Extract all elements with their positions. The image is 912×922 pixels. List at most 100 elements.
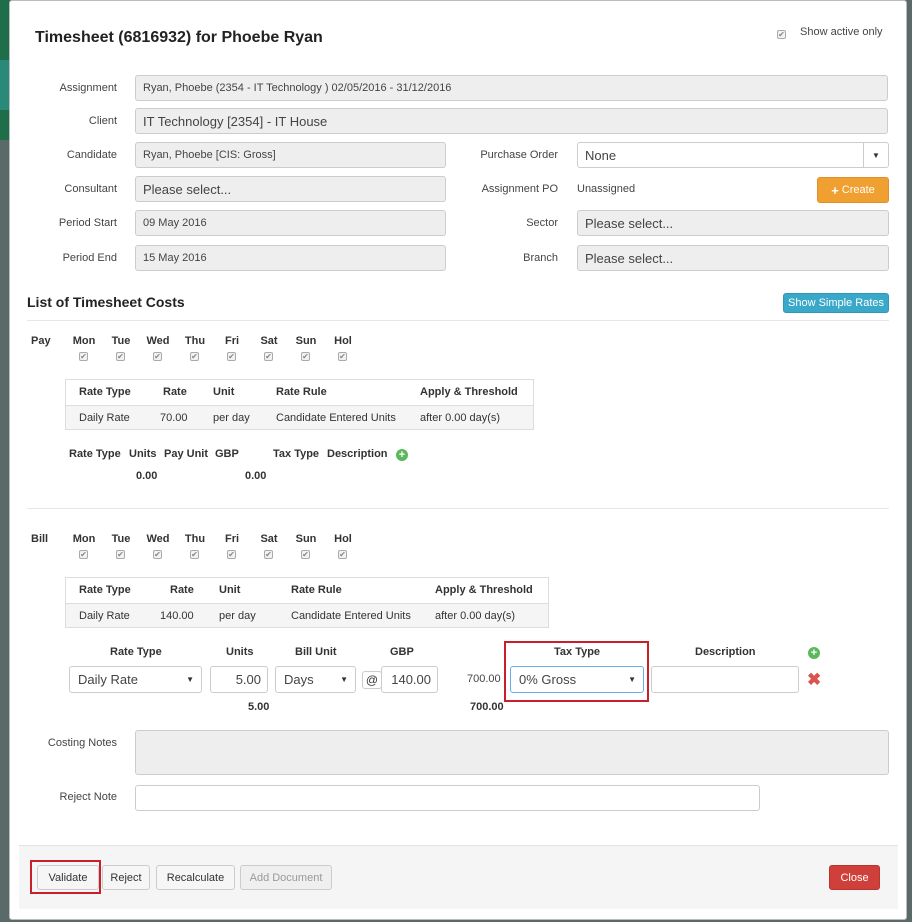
pay-day-sun: Sun (295, 335, 317, 347)
validate-highlight (30, 860, 101, 894)
purchase-order-select[interactable]: None (577, 142, 889, 168)
bill-unit-select[interactable]: Days ▼ (275, 666, 356, 693)
pay-eh-description: Description (327, 448, 388, 460)
period-end-label: Period End (62, 252, 117, 264)
pay-fri-checkbox[interactable]: ✔ (227, 352, 236, 361)
pay-tue-checkbox[interactable]: ✔ (116, 352, 125, 361)
bill-day-tue: Tue (111, 533, 131, 545)
recalculate-button[interactable]: Recalculate (156, 865, 235, 890)
table-row: Daily Rate 70.00 per day Candidate Enter… (66, 405, 533, 429)
bill-hol-checkbox[interactable]: ✔ (338, 550, 347, 559)
pay-units-total: 0.00 (136, 470, 158, 482)
bill-gbp-input[interactable]: 140.00 (381, 666, 438, 693)
create-button-label: Create (841, 184, 875, 196)
pay-cell-rate-type: Daily Rate (79, 412, 130, 424)
table-row: Daily Rate 140.00 per day Candidate Ente… (66, 603, 548, 627)
bill-fri-checkbox[interactable]: ✔ (227, 550, 236, 559)
bill-description-input[interactable] (651, 666, 799, 693)
pay-day-sat: Sat (260, 335, 278, 347)
create-button[interactable]: + Create (817, 177, 889, 203)
pay-wed-checkbox[interactable]: ✔ (153, 352, 162, 361)
bill-mon-checkbox[interactable]: ✔ (79, 550, 88, 559)
pay-gbp-total: 0.00 (245, 470, 267, 482)
bill-sat-checkbox[interactable]: ✔ (264, 550, 273, 559)
assignment-po-value: Unassigned (577, 183, 636, 195)
pay-sat-checkbox[interactable]: ✔ (264, 352, 273, 361)
bill-day-fri: Fri (224, 533, 240, 545)
pay-cell-apply: after 0.00 day(s) (420, 412, 501, 424)
bill-cell-rate: 140.00 (160, 610, 194, 622)
show-active-checkbox[interactable]: ✔ (777, 26, 786, 40)
bill-sun-checkbox[interactable]: ✔ (301, 550, 310, 559)
reject-note-label: Reject Note (59, 791, 117, 803)
bill-tue-checkbox[interactable]: ✔ (116, 550, 125, 559)
purchase-order-label: Purchase Order (480, 149, 558, 161)
bill-rate-type-select[interactable]: Daily Rate ▼ (69, 666, 202, 693)
pay-day-mon: Mon (72, 335, 96, 347)
costs-heading: List of Timesheet Costs (27, 294, 185, 310)
sector-label: Sector (526, 217, 558, 229)
pay-day-wed: Wed (146, 335, 170, 347)
bill-wed-checkbox[interactable]: ✔ (153, 550, 162, 559)
add-pay-line-icon[interactable]: + (396, 449, 408, 461)
branch-select[interactable]: Please select... (577, 245, 889, 271)
delete-icon[interactable]: ✖ (807, 670, 821, 690)
bill-line-total: 700.00 (467, 673, 501, 685)
pay-cell-unit: per day (213, 412, 250, 424)
costing-notes-label: Costing Notes (47, 737, 117, 749)
bill-eh-bill-unit: Bill Unit (295, 646, 337, 658)
bill-th-rate: Rate (170, 584, 194, 596)
pay-thu-checkbox[interactable]: ✔ (190, 352, 199, 361)
close-button[interactable]: Close (829, 865, 880, 890)
pay-eh-tax-type: Tax Type (273, 448, 320, 460)
bill-rate-table: Rate Type Rate Unit Rate Rule Apply & Th… (65, 577, 549, 628)
pay-day-thu: Thu (184, 335, 206, 347)
bill-day-mon: Mon (72, 533, 96, 545)
pay-eh-rate-type: Rate Type (69, 448, 121, 460)
branch-label: Branch (523, 252, 558, 264)
client-label: Client (88, 115, 117, 127)
divider (27, 320, 889, 321)
bill-eh-gbp: GBP (390, 646, 414, 658)
chevron-down-icon[interactable]: ▼ (863, 143, 888, 167)
pay-eh-pay-unit: Pay Unit (164, 448, 209, 460)
bill-th-rate-type: Rate Type (79, 584, 131, 596)
bill-eh-units: Units (226, 646, 254, 658)
bill-cell-rate-rule: Candidate Entered Units (291, 610, 411, 622)
pay-th-rate-type: Rate Type (79, 386, 131, 398)
pay-days: Mon Tue Wed Thu Fri Sat Sun Hol ✔ ✔ ✔ ✔ … (72, 335, 372, 375)
bill-units-total: 5.00 (248, 701, 270, 713)
pay-hol-checkbox[interactable]: ✔ (338, 352, 347, 361)
pay-th-rate-rule: Rate Rule (276, 386, 327, 398)
pay-rate-table: Rate Type Rate Unit Rate Rule Apply & Th… (65, 379, 534, 430)
sector-select[interactable]: Please select... (577, 210, 889, 236)
pay-sun-checkbox[interactable]: ✔ (301, 352, 310, 361)
bill-day-sun: Sun (295, 533, 317, 545)
costing-notes-field[interactable] (135, 730, 889, 775)
modal-footer (19, 845, 898, 909)
period-end-field: 15 May 2016 (135, 245, 446, 271)
consultant-label: Consultant (64, 183, 117, 195)
pay-eh-units: Units (129, 448, 157, 460)
plus-icon: + (831, 182, 839, 198)
tax-type-highlight (504, 641, 649, 702)
reject-note-input[interactable] (135, 785, 760, 811)
bill-cell-unit: per day (219, 610, 256, 622)
bill-thu-checkbox[interactable]: ✔ (190, 550, 199, 559)
assignment-po-label: Assignment PO (481, 183, 558, 195)
pay-cell-rate-rule: Candidate Entered Units (276, 412, 396, 424)
assignment-field: Ryan, Phoebe (2354 - IT Technology ) 02/… (135, 75, 888, 101)
bill-gbp-total: 700.00 (470, 701, 504, 713)
add-document-button[interactable]: Add Document (240, 865, 332, 890)
assignment-label: Assignment (59, 82, 117, 94)
candidate-field: Ryan, Phoebe [CIS: Gross] (135, 142, 446, 168)
add-bill-line-icon[interactable]: + (808, 647, 820, 659)
pay-mon-checkbox[interactable]: ✔ (79, 352, 88, 361)
bill-units-input[interactable]: 5.00 (210, 666, 268, 693)
show-simple-rates-button[interactable]: Show Simple Rates (783, 293, 889, 313)
candidate-label: Candidate (66, 149, 117, 161)
consultant-select[interactable]: Please select... (135, 176, 446, 202)
bill-cell-apply: after 0.00 day(s) (435, 610, 516, 622)
timesheet-modal: Timesheet (6816932) for Phoebe Ryan ✔ Sh… (9, 0, 907, 920)
reject-button[interactable]: Reject (102, 865, 150, 890)
